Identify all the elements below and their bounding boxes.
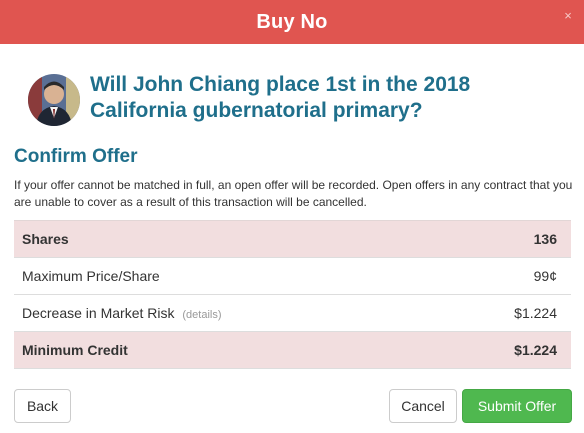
min-credit-value: $1.224	[514, 342, 557, 358]
market-risk-label: Decrease in Market Risk	[22, 305, 175, 321]
shares-row: Shares 136	[14, 221, 571, 258]
avatar	[28, 74, 80, 126]
shares-value: 136	[533, 231, 557, 247]
shares-label: Shares	[22, 231, 69, 247]
market-risk-label-group: Decrease in Market Risk (details)	[22, 305, 222, 321]
modal-header: Buy No ×	[0, 0, 584, 44]
max-price-row: Maximum Price/Share 99¢	[14, 258, 571, 295]
max-price-label: Maximum Price/Share	[22, 268, 160, 284]
details-link[interactable]: (details)	[182, 309, 221, 321]
min-credit-label: Minimum Credit	[22, 342, 128, 358]
offer-summary-table: Shares 136 Maximum Price/Share 99¢ Decre…	[14, 220, 571, 369]
back-button[interactable]: Back	[14, 389, 71, 423]
cancel-button[interactable]: Cancel	[389, 389, 457, 423]
contract-header: Will John Chiang place 1st in the 2018 C…	[28, 72, 568, 130]
modal-title: Buy No	[256, 10, 328, 33]
candidate-photo-icon	[28, 74, 80, 126]
market-risk-row: Decrease in Market Risk (details) $1.224	[14, 295, 571, 332]
close-icon[interactable]: ×	[560, 8, 576, 24]
market-risk-value: $1.224	[514, 305, 557, 321]
offer-notice: If your offer cannot be matched in full,…	[14, 178, 573, 209]
max-price-value: 99¢	[533, 268, 557, 284]
confirm-offer-heading: Confirm Offer	[14, 146, 138, 167]
submit-offer-button[interactable]: Submit Offer	[462, 389, 572, 423]
contract-question: Will John Chiang place 1st in the 2018 C…	[90, 73, 471, 122]
min-credit-row: Minimum Credit $1.224	[14, 332, 571, 369]
